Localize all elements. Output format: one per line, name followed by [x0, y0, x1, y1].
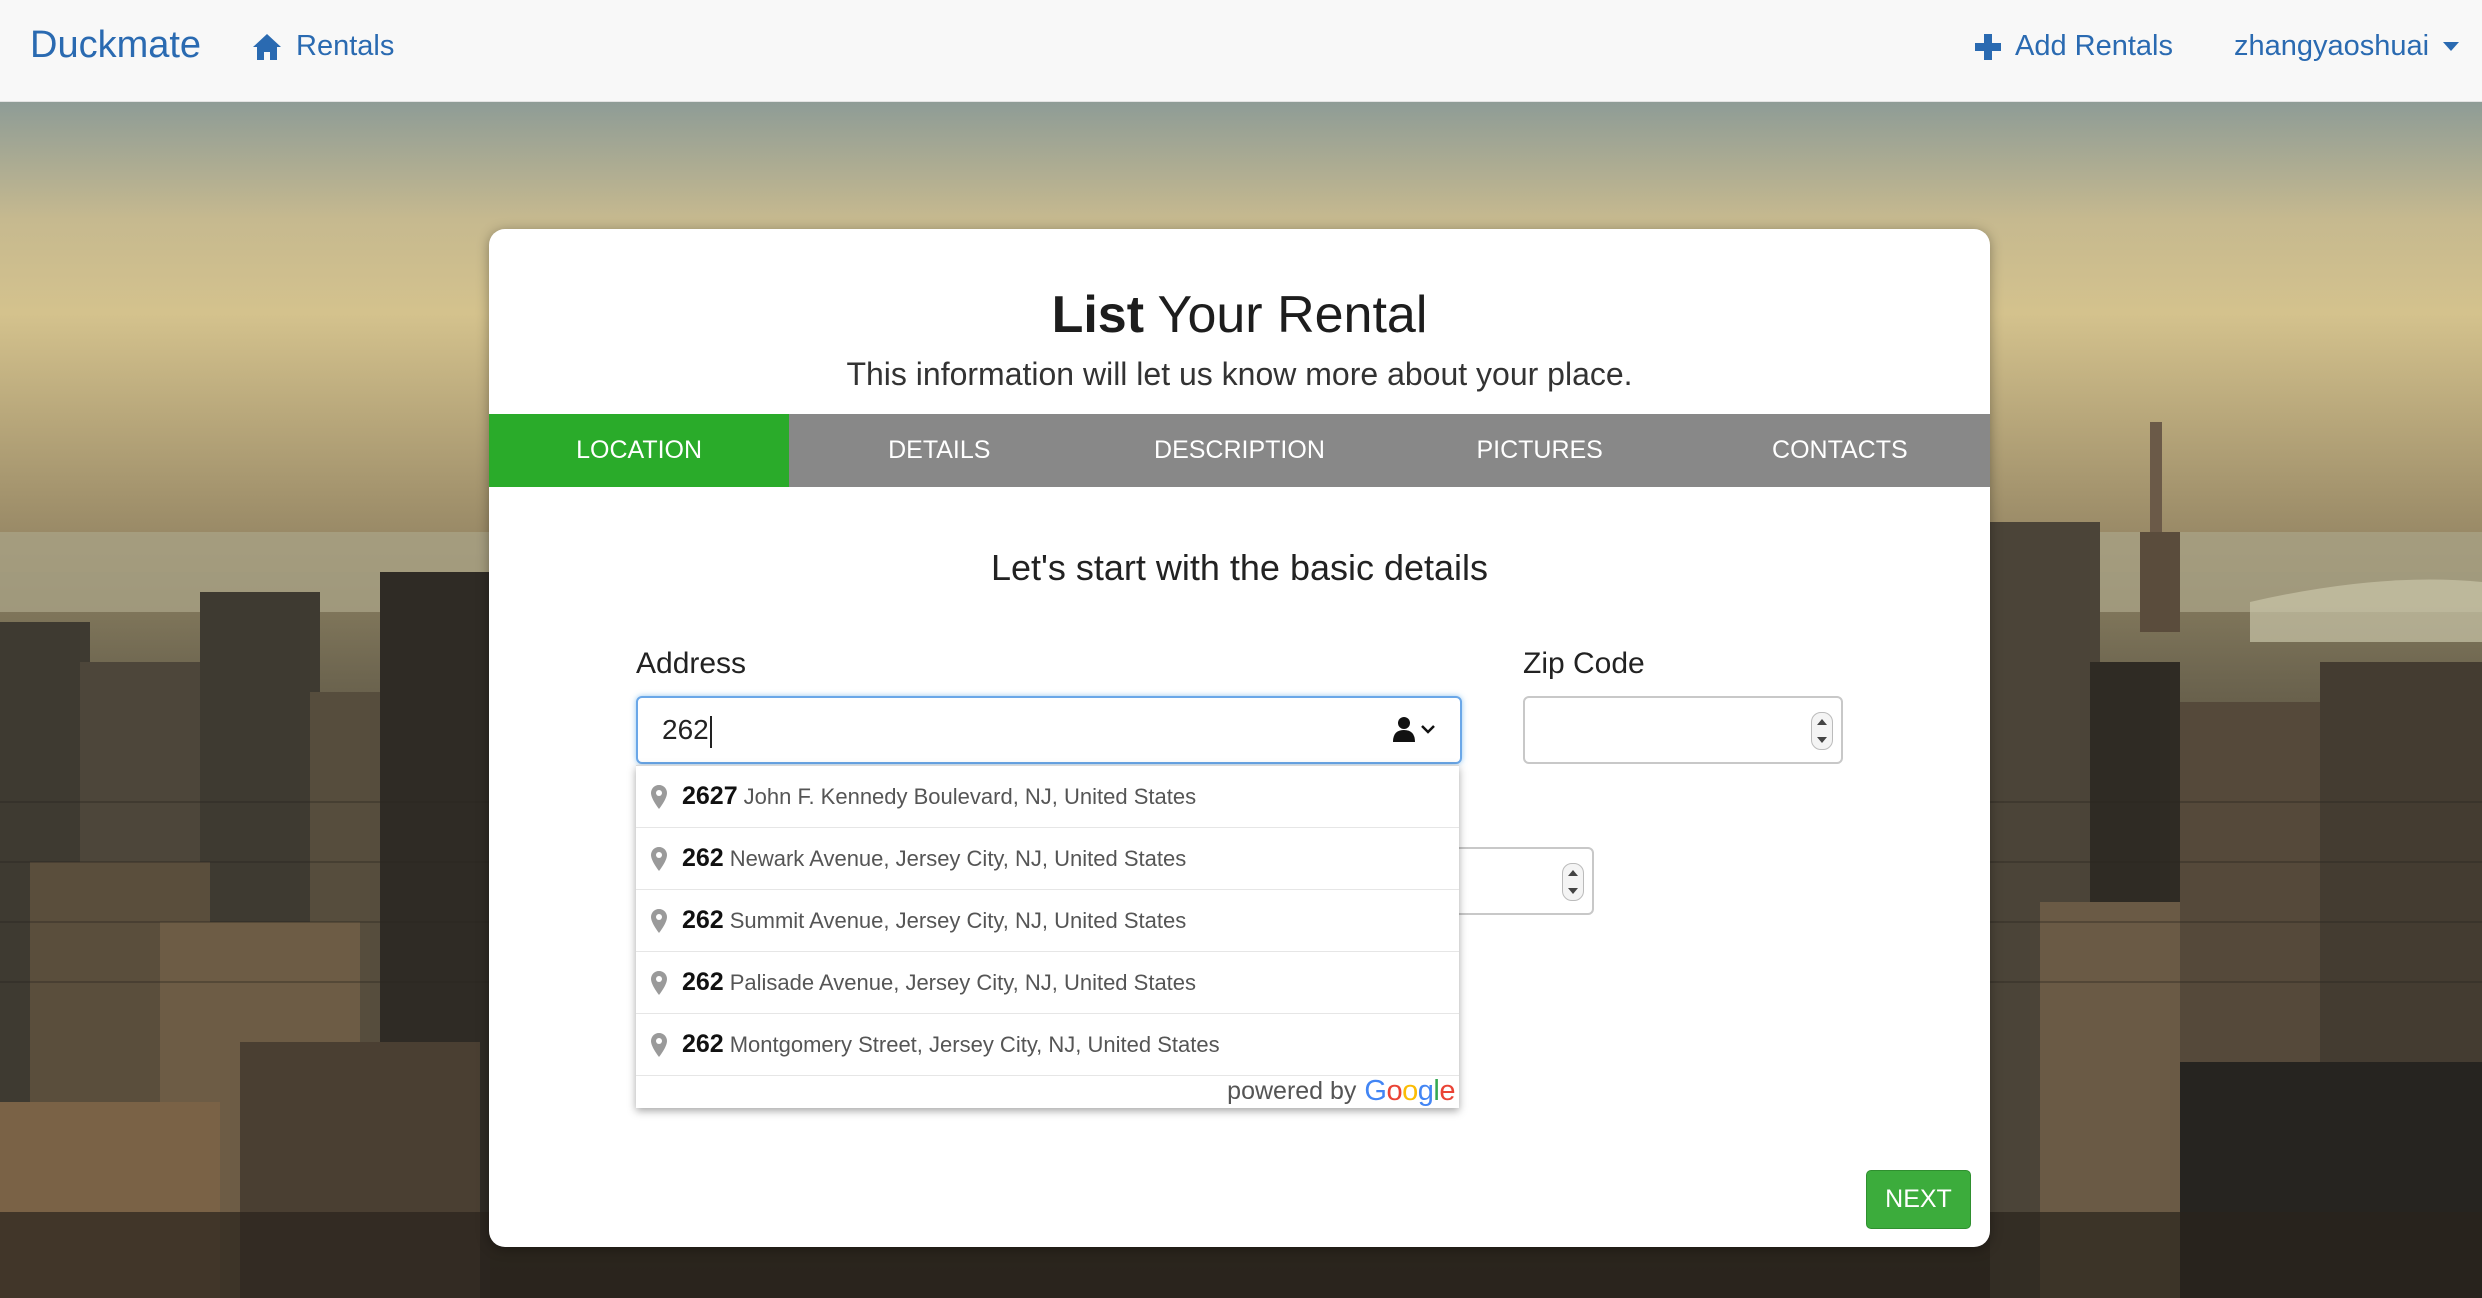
card-title: List Your Rental	[489, 285, 1990, 345]
autocomplete-rest: Newark Avenue, Jersey City, NJ, United S…	[729, 845, 1187, 871]
caret-down-icon	[2443, 42, 2460, 51]
google-letter: o	[1386, 1074, 1403, 1107]
autocomplete-rest: John F. Kennedy Boulevard, NJ, United St…	[743, 783, 1197, 809]
address-input[interactable]: 262	[636, 696, 1462, 764]
tab-details[interactable]: DETAILS	[789, 414, 1089, 487]
card-title-strong: List	[1051, 286, 1145, 344]
autocomplete-match: 2627	[682, 782, 738, 810]
step-tabs: LOCATION DETAILS DESCRIPTION PICTURES CO…	[489, 414, 1990, 487]
nav-add-rentals-link[interactable]: Add Rentals	[1975, 30, 2173, 63]
tab-pictures[interactable]: PICTURES	[1390, 414, 1690, 487]
address-input-value: 262	[662, 714, 709, 745]
google-wordmark: Google	[1364, 1075, 1455, 1108]
plus-icon	[1975, 33, 2001, 60]
list-rental-card: List Your Rental This information will l…	[489, 229, 1990, 1247]
google-letter: o	[1402, 1074, 1418, 1107]
google-letter: g	[1417, 1074, 1434, 1107]
map-pin-icon	[651, 1032, 667, 1057]
user-name: zhangyaoshuai	[2234, 30, 2430, 62]
tab-description[interactable]: DESCRIPTION	[1089, 414, 1389, 487]
autocomplete-item[interactable]: 262 Newark Avenue, Jersey City, NJ, Unit…	[636, 828, 1459, 890]
autofill-contact-button[interactable]	[1392, 716, 1436, 742]
text-cursor	[709, 715, 712, 748]
navbar: Duckmate Rentals Add Rentals zhangyaoshu…	[0, 0, 2482, 102]
powered-by-label: powered by	[1227, 1076, 1357, 1105]
nav-rentals-label: Rentals	[296, 30, 395, 62]
autocomplete-rest: Montgomery Street, Jersey City, NJ, Unit…	[729, 1031, 1220, 1057]
user-menu-dropdown[interactable]: zhangyaoshuai	[2234, 30, 2460, 63]
map-pin-icon	[651, 846, 667, 871]
autocomplete-item[interactable]: 262 Summit Avenue, Jersey City, NJ, Unit…	[636, 890, 1459, 952]
autocomplete-match: 262	[682, 844, 724, 872]
autocomplete-match: 262	[682, 968, 724, 996]
address-label: Address	[636, 647, 747, 680]
map-pin-icon	[651, 908, 667, 933]
nav-rentals-link[interactable]: Rentals	[252, 30, 394, 63]
tab-contacts[interactable]: CONTACTS	[1690, 414, 1990, 487]
chevron-down-icon	[1421, 725, 1435, 734]
person-icon	[1393, 717, 1415, 742]
autocomplete-rest: Summit Avenue, Jersey City, NJ, United S…	[729, 907, 1187, 933]
zip-code-label: Zip Code	[1523, 647, 1645, 680]
map-pin-icon	[651, 784, 667, 809]
number-spinner[interactable]	[1562, 863, 1584, 901]
address-autocomplete-dropdown: 2627 John F. Kennedy Boulevard, NJ, Unit…	[636, 765, 1459, 1108]
home-icon	[253, 33, 281, 60]
powered-by-google-logo: powered by Google	[1227, 1074, 1455, 1108]
map-pin-icon	[651, 970, 667, 995]
google-letter: G	[1364, 1074, 1387, 1107]
tab-location[interactable]: LOCATION	[489, 414, 790, 487]
autocomplete-match: 262	[682, 1030, 724, 1058]
card-title-rest: Your Rental	[1144, 286, 1428, 344]
autocomplete-item[interactable]: 262 Palisade Avenue, Jersey City, NJ, Un…	[636, 952, 1459, 1014]
next-button[interactable]: NEXT	[1866, 1170, 1971, 1229]
brand-link[interactable]: Duckmate	[30, 24, 201, 67]
autocomplete-match: 262	[682, 906, 724, 934]
google-letter: e	[1439, 1074, 1455, 1107]
zip-code-input[interactable]	[1523, 696, 1843, 764]
section-heading: Let's start with the basic details	[990, 547, 1489, 588]
autocomplete-item[interactable]: 262 Montgomery Street, Jersey City, NJ, …	[636, 1014, 1459, 1076]
card-subtitle: This information will let us know more a…	[846, 356, 1633, 392]
autocomplete-item[interactable]: 2627 John F. Kennedy Boulevard, NJ, Unit…	[636, 766, 1459, 828]
zip-spinner[interactable]	[1811, 712, 1833, 750]
nav-add-rentals-label: Add Rentals	[2015, 30, 2173, 62]
autocomplete-rest: Palisade Avenue, Jersey City, NJ, United…	[729, 969, 1197, 995]
